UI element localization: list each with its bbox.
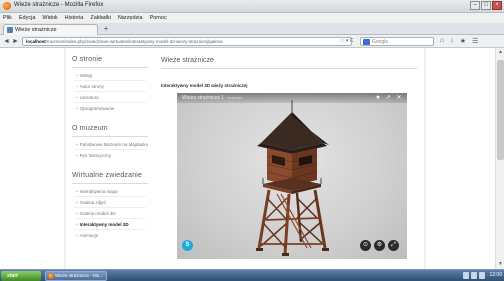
search-engine-icon[interactable] [363, 39, 370, 45]
navigation-bar: ◄ ► localhost/muzeum/index.php/zwiedzani… [0, 35, 504, 48]
sidebar: O stronie • Wstęp • Autor strony • Literatu… [70, 48, 150, 269]
clock[interactable]: 12:00 [489, 272, 502, 279]
menu-bookmarks[interactable]: Zakładki [90, 13, 110, 23]
sidebar-heading-about-site: O stronie [72, 56, 103, 63]
page-border-left [64, 48, 66, 269]
share-icon[interactable]: ↗ [384, 94, 392, 102]
tray-security-icon[interactable] [479, 272, 486, 279]
taskbar: start Wieże strażnicze - Mo... 12:00 [0, 269, 504, 281]
model-title[interactable]: Wieża strażnicza 1 [182, 95, 224, 101]
sidebar-item-intro[interactable]: • Wstęp [76, 73, 92, 78]
divider [74, 218, 146, 219]
home-icon[interactable]: ⌂ [440, 37, 444, 45]
bookmark-icon[interactable]: ★ [460, 37, 466, 45]
divider [74, 80, 146, 81]
firefox-icon [48, 273, 54, 279]
close-icon[interactable]: ✕ [395, 94, 403, 102]
sidebar-item-photo-gallery[interactable]: • Galeria zdjęć [76, 200, 106, 205]
minimize-button[interactable]: – [470, 1, 480, 10]
divider [74, 207, 146, 208]
fullscreen-icon[interactable]: ⤢ [388, 240, 399, 251]
menu-history[interactable]: Historia [65, 13, 84, 23]
url-path: /muzeum/index.php/zwiedzanie-wirtualne/i… [45, 39, 223, 44]
download-icon[interactable]: ↓ [450, 37, 454, 45]
sidebar-heading-virtual-tour: Wirtualne zwiedzanie [72, 172, 143, 179]
tray-volume-icon[interactable] [471, 272, 478, 279]
main-content: Wieże strażnicze Interaktywny model 3D w… [158, 48, 420, 269]
divider [74, 149, 146, 150]
new-tab-button[interactable]: + [101, 25, 111, 34]
sidebar-item-history[interactable]: • Rys historyczny [76, 153, 111, 158]
menu-icon[interactable]: ☰ [472, 37, 478, 45]
search-placeholder: Google [372, 39, 389, 45]
star-icon[interactable]: ★ [374, 94, 382, 102]
settings-icon[interactable]: ⚙ [374, 240, 385, 251]
tab-bar: Wieże strażnicze + [0, 23, 504, 35]
window-title: Wieże strażnicze - Mozilla Firefox [14, 2, 104, 8]
page-scrollbar[interactable]: ▲ ▼ [495, 48, 504, 269]
sketchfab-logo-icon[interactable]: S [182, 240, 193, 251]
sidebar-item-interactive-map[interactable]: • Interaktywna mapa [76, 189, 118, 194]
system-tray: 12:00 [463, 272, 502, 279]
firefox-icon [3, 2, 11, 10]
sidebar-item-literature[interactable]: • Literatura [76, 95, 99, 100]
menu-bar: Plik Edycja Widok Historia Zakładki Narz… [0, 13, 504, 23]
sidebar-item-museum[interactable]: • Państwowe Muzeum na Majdanku [76, 142, 148, 147]
sidebar-item-author[interactable]: • Autor strony [76, 84, 104, 89]
address-bar[interactable]: localhost/muzeum/index.php/zwiedzanie-wi… [22, 37, 352, 46]
menu-view[interactable]: Widok [42, 13, 57, 23]
url-host: localhost [26, 39, 46, 44]
back-icon[interactable]: ◄ [2, 37, 11, 46]
scroll-up-icon[interactable]: ▲ [497, 49, 504, 56]
model-subtitle: Interaktywny model 3D wieży strażniczej [161, 83, 248, 88]
page-content: O stronie • Wstęp • Autor strony • Literatu… [0, 48, 504, 269]
3d-model-viewer[interactable]: Wieża strażnicza 1 muzeum ★ ↗ ✕ S ⊙ ⚙ ⤢ [177, 93, 407, 259]
favicon-icon [7, 27, 13, 33]
maximize-button[interactable]: □ [481, 1, 491, 10]
window-controls: – □ × [470, 1, 502, 10]
divider [74, 196, 146, 197]
close-button[interactable]: × [492, 1, 502, 10]
taskbar-firefox-button[interactable]: Wieże strażnicze - Mo... [45, 271, 107, 281]
divider [72, 67, 148, 68]
watchtower-model[interactable] [217, 98, 367, 258]
menu-help[interactable]: Pomoc [150, 13, 167, 23]
browser-window: Wieże strażnicze - Mozilla Firefox – □ ×… [0, 0, 504, 281]
scroll-thumb[interactable] [497, 60, 504, 160]
divider [72, 136, 148, 137]
page-border-right [424, 48, 426, 269]
menu-file[interactable]: Plik [3, 13, 12, 23]
divider [74, 91, 146, 92]
tray-network-icon[interactable] [463, 272, 470, 279]
menu-tools[interactable]: Narzędzia [118, 13, 143, 23]
vr-icon[interactable]: ⊙ [360, 240, 371, 251]
page-title: Wieże strażnicze [161, 57, 214, 64]
sidebar-item-3d-gallery[interactable]: • Galeria modeli 3D [76, 211, 116, 216]
model-author[interactable]: muzeum [227, 95, 242, 100]
divider [74, 229, 146, 230]
divider [72, 183, 148, 184]
tab-active[interactable]: Wieże strażnicze [3, 24, 98, 35]
sidebar-item-interactive-3d[interactable]: • Interaktywny model 3D [76, 222, 129, 227]
start-button[interactable]: start [1, 271, 41, 281]
sidebar-item-software[interactable]: • Oprogramowanie [76, 106, 114, 111]
tab-label: Wieże strażnicze [15, 27, 57, 33]
divider [161, 68, 417, 69]
sidebar-heading-about-museum: O muzeum [72, 125, 108, 132]
title-bar: Wieże strażnicze - Mozilla Firefox – □ × [0, 0, 504, 13]
taskbar-task-label: Wieże strażnicze - Mo... [55, 273, 104, 278]
sidebar-item-animations[interactable]: • Animacje [76, 233, 98, 238]
scroll-down-icon[interactable]: ▼ [497, 261, 504, 268]
menu-edit[interactable]: Edycja [19, 13, 36, 23]
url-bar-icons[interactable]: ☆ ▾ C [340, 38, 353, 44]
divider [74, 102, 146, 103]
toolbar-right: ⌂ ↓ ★ ☰ [440, 37, 478, 45]
search-input[interactable]: Google [360, 37, 434, 46]
forward-icon[interactable]: ► [11, 37, 20, 46]
